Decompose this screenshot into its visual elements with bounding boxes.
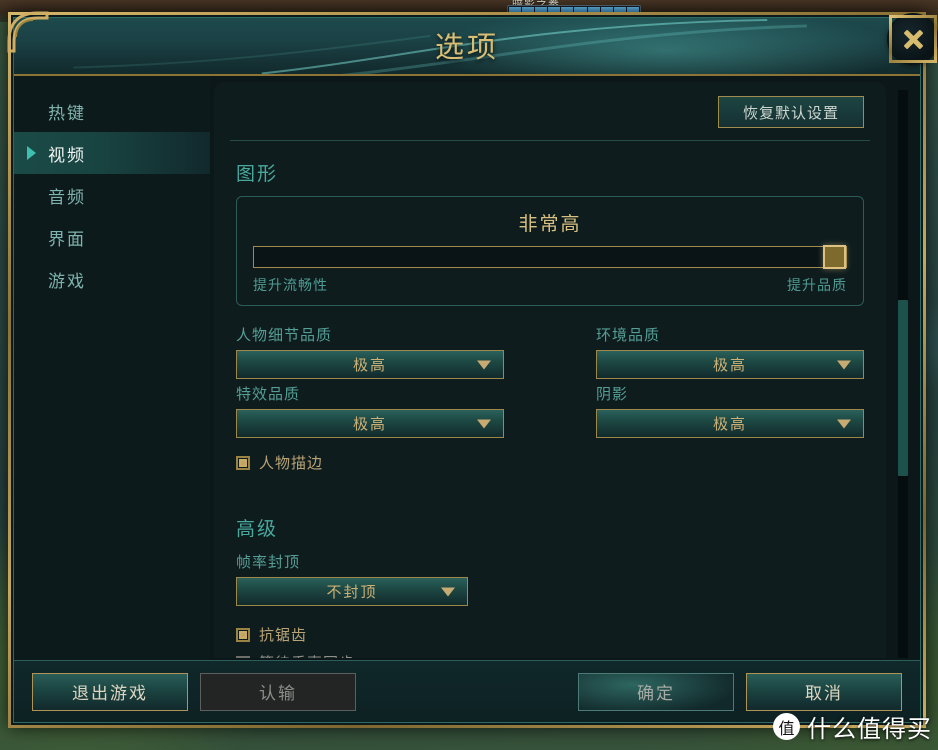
page-title: 选项: [434, 32, 499, 65]
scrollbar-thumb[interactable]: [898, 300, 908, 477]
slider-right-label: 提升品质: [787, 277, 847, 293]
dropdown-label: 环境品质: [596, 327, 661, 344]
slider-labels: 提升流畅性 提升品质: [253, 275, 847, 295]
quality-slider[interactable]: [253, 245, 847, 269]
checkbox-icon[interactable]: [236, 455, 250, 470]
section-divider: [230, 140, 870, 141]
dropdown-cell-shadows: 阴影 极高: [596, 383, 864, 438]
chevron-down-icon: [477, 360, 491, 369]
quality-slider-handle[interactable]: [823, 245, 846, 269]
dropdown-value: 极高: [352, 416, 387, 433]
sidebar-item-label: 音频: [48, 187, 86, 207]
checkbox-icon[interactable]: [236, 627, 250, 642]
quality-dropdown-grid: 人物细节品质 极高 环境品质 极高 特效品质 极高 阴影 极高: [236, 324, 864, 438]
confirm-button[interactable]: 确定: [578, 672, 734, 711]
dropdown-value: 极高: [712, 416, 747, 433]
dropdown-cell-character-detail: 人物细节品质 极高: [236, 324, 504, 379]
content-scrollbar[interactable]: [898, 90, 908, 658]
sidebar-item-label: 游戏: [48, 271, 86, 291]
options-dialog: 选项 热键 视频 音频 界面 游戏 恢复默认设置 图形 非常高 提升流畅性 提升…: [7, 11, 937, 728]
content-wrap: 恢复默认设置 图形 非常高 提升流畅性 提升品质 人物细节品质 极高 环境品质 …: [210, 76, 920, 660]
dropdown-cell-effects: 特效品质 极高: [236, 383, 504, 438]
sidebar-item-label: 热键: [48, 103, 86, 123]
exit-game-button[interactable]: 退出游戏: [32, 672, 188, 711]
dropdown-label: 帧率封顶: [236, 554, 301, 571]
settings-panel: 恢复默认设置 图形 非常高 提升流畅性 提升品质 人物细节品质 极高 环境品质 …: [214, 82, 886, 658]
sidebar-nav: 热键 视频 音频 界面 游戏: [14, 76, 210, 660]
dropdown-label: 特效品质: [236, 386, 301, 403]
footer-button-bar: 退出游戏 认输 确定 取消: [14, 660, 920, 722]
quality-preset-value: 非常高: [518, 214, 582, 235]
checkbox-row-character-outline[interactable]: 人物描边: [236, 452, 864, 473]
advanced-section-title: 高级: [236, 519, 279, 540]
header-banner: 选项: [14, 18, 920, 76]
sidebar-item-video[interactable]: 视频: [14, 132, 210, 174]
dropdown-environment-quality[interactable]: 极高: [596, 350, 864, 379]
checkbox-row-antialiasing[interactable]: 抗锯齿: [236, 624, 864, 645]
dropdown-cell-environment: 环境品质 极高: [596, 324, 864, 379]
dropdown-effects-quality[interactable]: 极高: [236, 409, 504, 438]
checkbox-label: 等待垂直同步: [259, 652, 355, 658]
checkbox-label: 人物描边: [259, 455, 324, 472]
dropdown-character-detail[interactable]: 极高: [236, 350, 504, 379]
chevron-down-icon: [837, 360, 851, 369]
slider-left-label: 提升流畅性: [253, 277, 328, 293]
sidebar-item-game[interactable]: 游戏: [14, 258, 210, 300]
nav-arrow-icon: [27, 146, 36, 160]
quality-preset-group: 非常高 提升流畅性 提升品质: [236, 196, 864, 306]
sidebar-item-label: 视频: [48, 145, 86, 165]
dialog-body: 热键 视频 音频 界面 游戏 恢复默认设置 图形 非常高 提升流畅性 提升品质 …: [14, 76, 920, 660]
dropdown-cell-framerate: 帧率封顶 不封顶: [236, 551, 468, 606]
dialog-inner: 选项 热键 视频 音频 界面 游戏 恢复默认设置 图形 非常高 提升流畅性 提升…: [13, 17, 921, 723]
checkbox-row-vsync[interactable]: 等待垂直同步: [236, 652, 864, 658]
dropdown-value: 不封顶: [326, 584, 378, 601]
surrender-button: 认输: [200, 672, 356, 711]
chevron-down-icon: [441, 587, 455, 596]
sidebar-item-audio[interactable]: 音频: [14, 174, 210, 216]
graphics-section-title: 图形: [236, 164, 279, 185]
dropdown-label: 人物细节品质: [236, 327, 333, 344]
dropdown-label: 阴影: [596, 386, 629, 403]
dropdown-value: 极高: [712, 357, 747, 374]
dropdown-framerate-cap[interactable]: 不封顶: [236, 577, 468, 606]
dropdown-shadows[interactable]: 极高: [596, 409, 864, 438]
checkbox-icon[interactable]: [236, 655, 250, 658]
dropdown-value: 极高: [352, 357, 387, 374]
checkbox-label: 抗锯齿: [259, 627, 308, 644]
cancel-button[interactable]: 取消: [746, 672, 902, 711]
sidebar-item-label: 界面: [48, 229, 86, 249]
close-button[interactable]: [889, 15, 937, 63]
chevron-down-icon: [477, 419, 491, 428]
sidebar-item-interface[interactable]: 界面: [14, 216, 210, 258]
chevron-down-icon: [837, 419, 851, 428]
reset-row: 恢复默认设置: [236, 96, 864, 140]
restore-defaults-button[interactable]: 恢复默认设置: [718, 96, 864, 128]
sidebar-item-hotkeys[interactable]: 热键: [14, 90, 210, 132]
